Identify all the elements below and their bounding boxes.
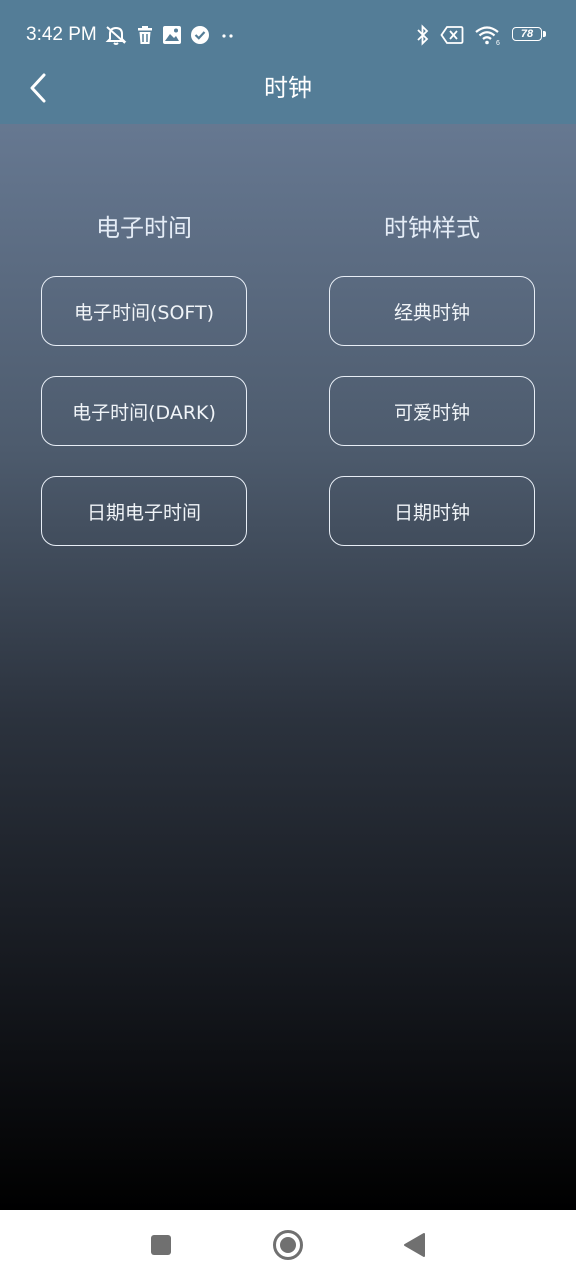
battery-body: 78 <box>512 27 542 41</box>
back-triangle-icon <box>402 1232 426 1258</box>
system-nav-bar <box>0 1210 576 1280</box>
status-left-icons <box>104 22 238 48</box>
svg-text:6: 6 <box>496 40 500 46</box>
date-digital-button[interactable]: 日期电子时间 <box>41 476 247 546</box>
wifi-icon: 6 <box>474 24 502 46</box>
back-nav-button[interactable] <box>396 1227 432 1263</box>
digital-time-heading: 电子时间 <box>96 214 192 242</box>
image-icon <box>162 25 182 45</box>
sim-off-icon <box>440 25 464 45</box>
status-bar: 3:42 PM 6 78 <box>0 0 576 70</box>
battery-level: 78 <box>520 27 534 40</box>
cute-clock-button[interactable]: 可爱时钟 <box>329 376 535 446</box>
bluetooth-icon <box>416 24 430 46</box>
header-area: 3:42 PM 6 78 时钟 <box>0 0 576 124</box>
battery-icon: 78 <box>512 27 548 43</box>
clock-style-heading: 时钟样式 <box>384 214 480 242</box>
digital-soft-button[interactable]: 电子时间(SOFT) <box>41 276 247 346</box>
recents-square-icon <box>149 1233 173 1257</box>
recents-button[interactable] <box>143 1227 179 1263</box>
more-dots-icon <box>218 25 238 45</box>
status-time: 3:42 PM <box>26 24 97 45</box>
check-circle-icon <box>190 25 210 45</box>
clock-options-panel: 电子时间 时钟样式 电子时间(SOFT) 电子时间(DARK) 日期电子时间 经… <box>0 124 576 1210</box>
digital-dark-button[interactable]: 电子时间(DARK) <box>41 376 247 446</box>
status-right-icons: 6 78 <box>416 22 548 48</box>
page-title: 时钟 <box>264 74 312 102</box>
app-bar: 时钟 <box>0 62 576 116</box>
home-button[interactable] <box>270 1227 306 1263</box>
mute-icon <box>104 24 128 46</box>
home-circle-icon <box>272 1229 304 1261</box>
classic-clock-button[interactable]: 经典时钟 <box>329 276 535 346</box>
trash-icon <box>136 25 154 45</box>
battery-tip <box>543 31 546 37</box>
date-clock-button[interactable]: 日期时钟 <box>329 476 535 546</box>
